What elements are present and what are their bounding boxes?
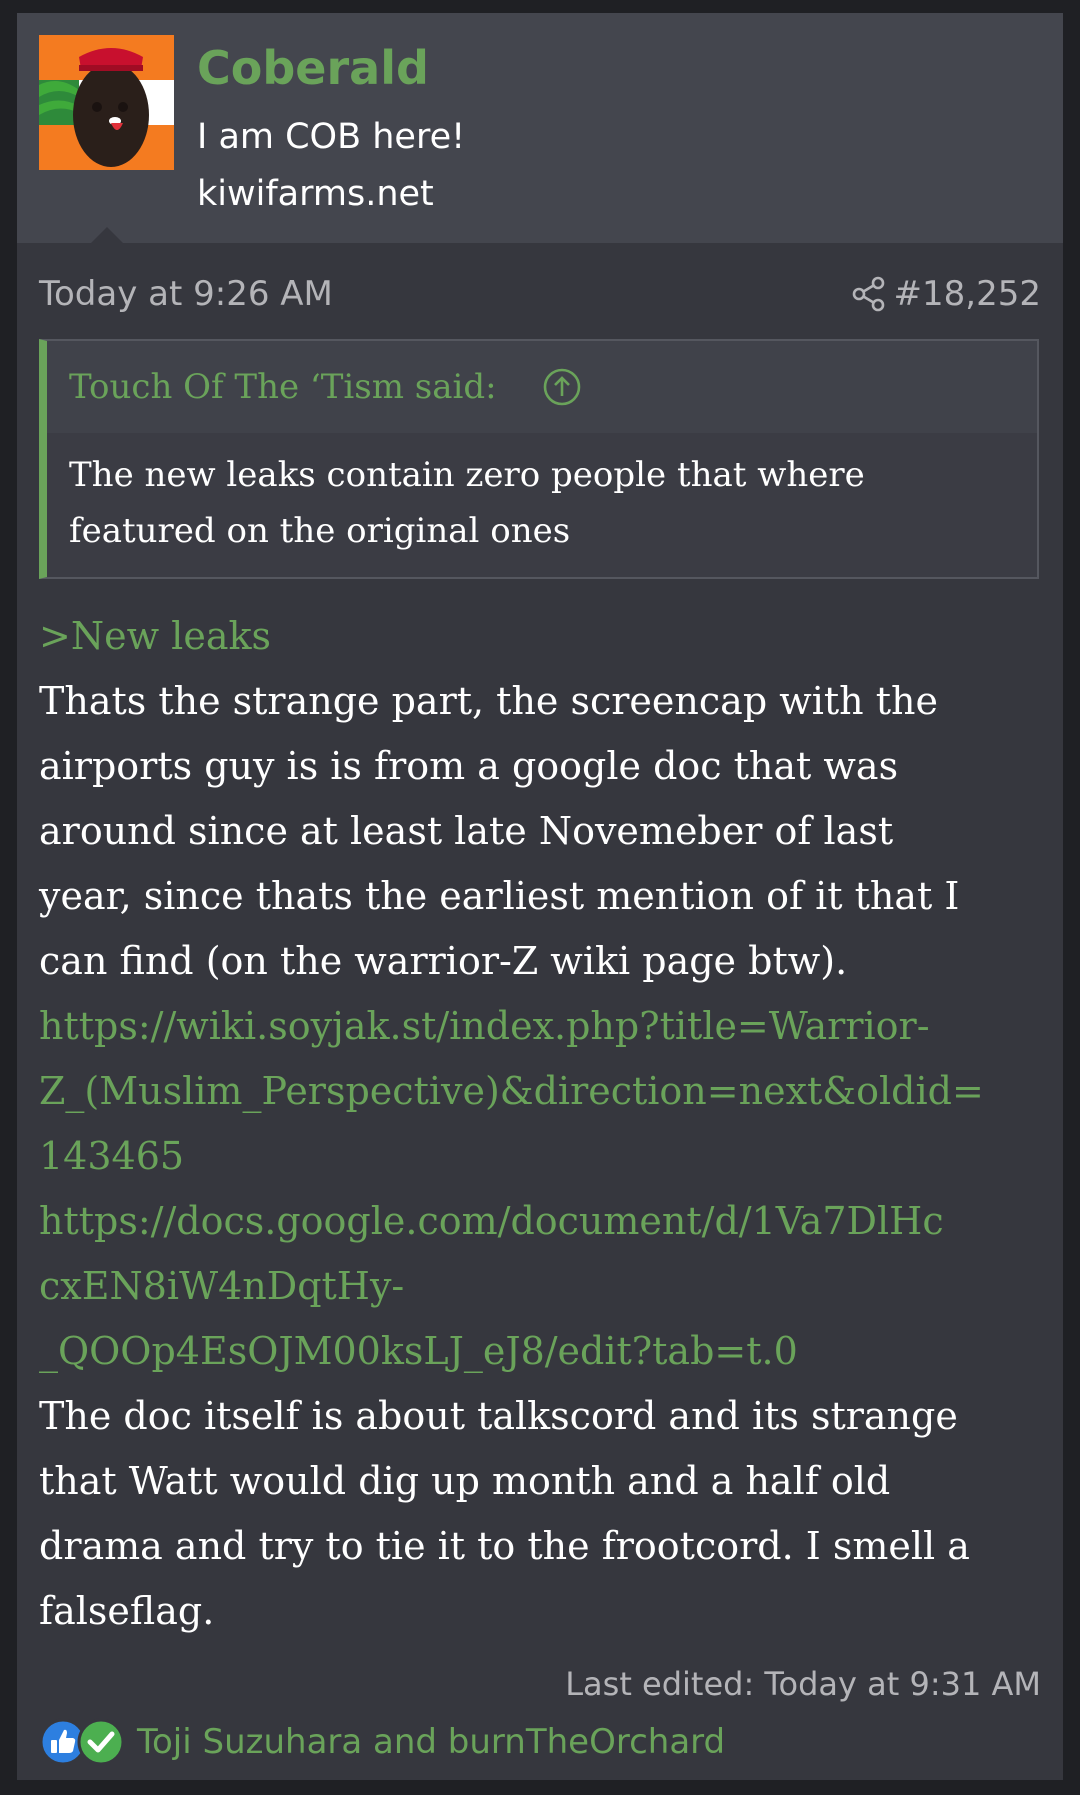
- post-body: >New leaks Thats the strange part, the s…: [39, 604, 1049, 1644]
- quote-line: featured on the original ones: [69, 511, 571, 551]
- google-doc-link[interactable]: cxEN8iW4nDqtHy-: [39, 1254, 1049, 1319]
- greentext-line: >New leaks: [39, 614, 272, 658]
- share-icon[interactable]: [851, 276, 887, 312]
- check-icon[interactable]: [77, 1718, 125, 1766]
- body-line: can find (on the warrior-Z wiki page btw…: [39, 939, 848, 983]
- user-header: Coberald I am COB here! kiwifarms.net: [17, 13, 1063, 244]
- quote-text: The new leaks contain zero people that w…: [69, 447, 1019, 559]
- post-date[interactable]: Today at 9:26 AM: [39, 274, 333, 314]
- wiki-link[interactable]: 143465: [39, 1124, 1049, 1189]
- avatar[interactable]: [39, 35, 174, 170]
- post-number[interactable]: #18,252: [894, 274, 1041, 314]
- body-line: airports guy is is from a google doc tha…: [39, 744, 899, 788]
- forum-post: Coberald I am COB here! kiwifarms.net To…: [17, 13, 1063, 1780]
- body-line: Thats the strange part, the screencap wi…: [39, 679, 938, 723]
- body-line: drama and try to tie it to the frootcord…: [39, 1524, 970, 1568]
- body-line: that Watt would dig up month and a half …: [39, 1459, 891, 1503]
- user-site: kiwifarms.net: [197, 174, 434, 214]
- body-line: around since at least late Novemeber of …: [39, 809, 894, 853]
- google-doc-link[interactable]: _QOOp4EsOJM00ksLJ_eJ8/edit?tab=t.0: [39, 1319, 1049, 1384]
- wiki-link[interactable]: Z_(Muslim_Perspective)&direction=next&ol…: [39, 1059, 1049, 1124]
- quote-block: Touch Of The ‘Tism said: The new leaks c…: [39, 339, 1039, 579]
- google-doc-link[interactable]: https://docs.google.com/document/d/1Va7D…: [39, 1189, 1049, 1254]
- username[interactable]: Coberald: [197, 41, 429, 95]
- body-line: year, since thats the earliest mention o…: [39, 874, 960, 918]
- quote-attribution[interactable]: Touch Of The ‘Tism said:: [69, 367, 497, 407]
- body-line: The doc itself is about talkscord and it…: [39, 1394, 958, 1438]
- reaction-users[interactable]: Toji Suzuhara and burnTheOrchard: [137, 1722, 725, 1762]
- body-line: falseflag.: [39, 1589, 215, 1633]
- arrow-up-circle-icon[interactable]: [541, 366, 583, 408]
- user-title: I am COB here!: [197, 117, 466, 157]
- last-edited: Last edited: Today at 9:31 AM: [565, 1665, 1041, 1703]
- wiki-link[interactable]: https://wiki.soyjak.st/index.php?title=W…: [39, 994, 1049, 1059]
- post-meta: Today at 9:26 AM #18,252: [39, 268, 1041, 318]
- quote-line: The new leaks contain zero people that w…: [69, 455, 865, 495]
- quote-header: Touch Of The ‘Tism said:: [47, 341, 1037, 433]
